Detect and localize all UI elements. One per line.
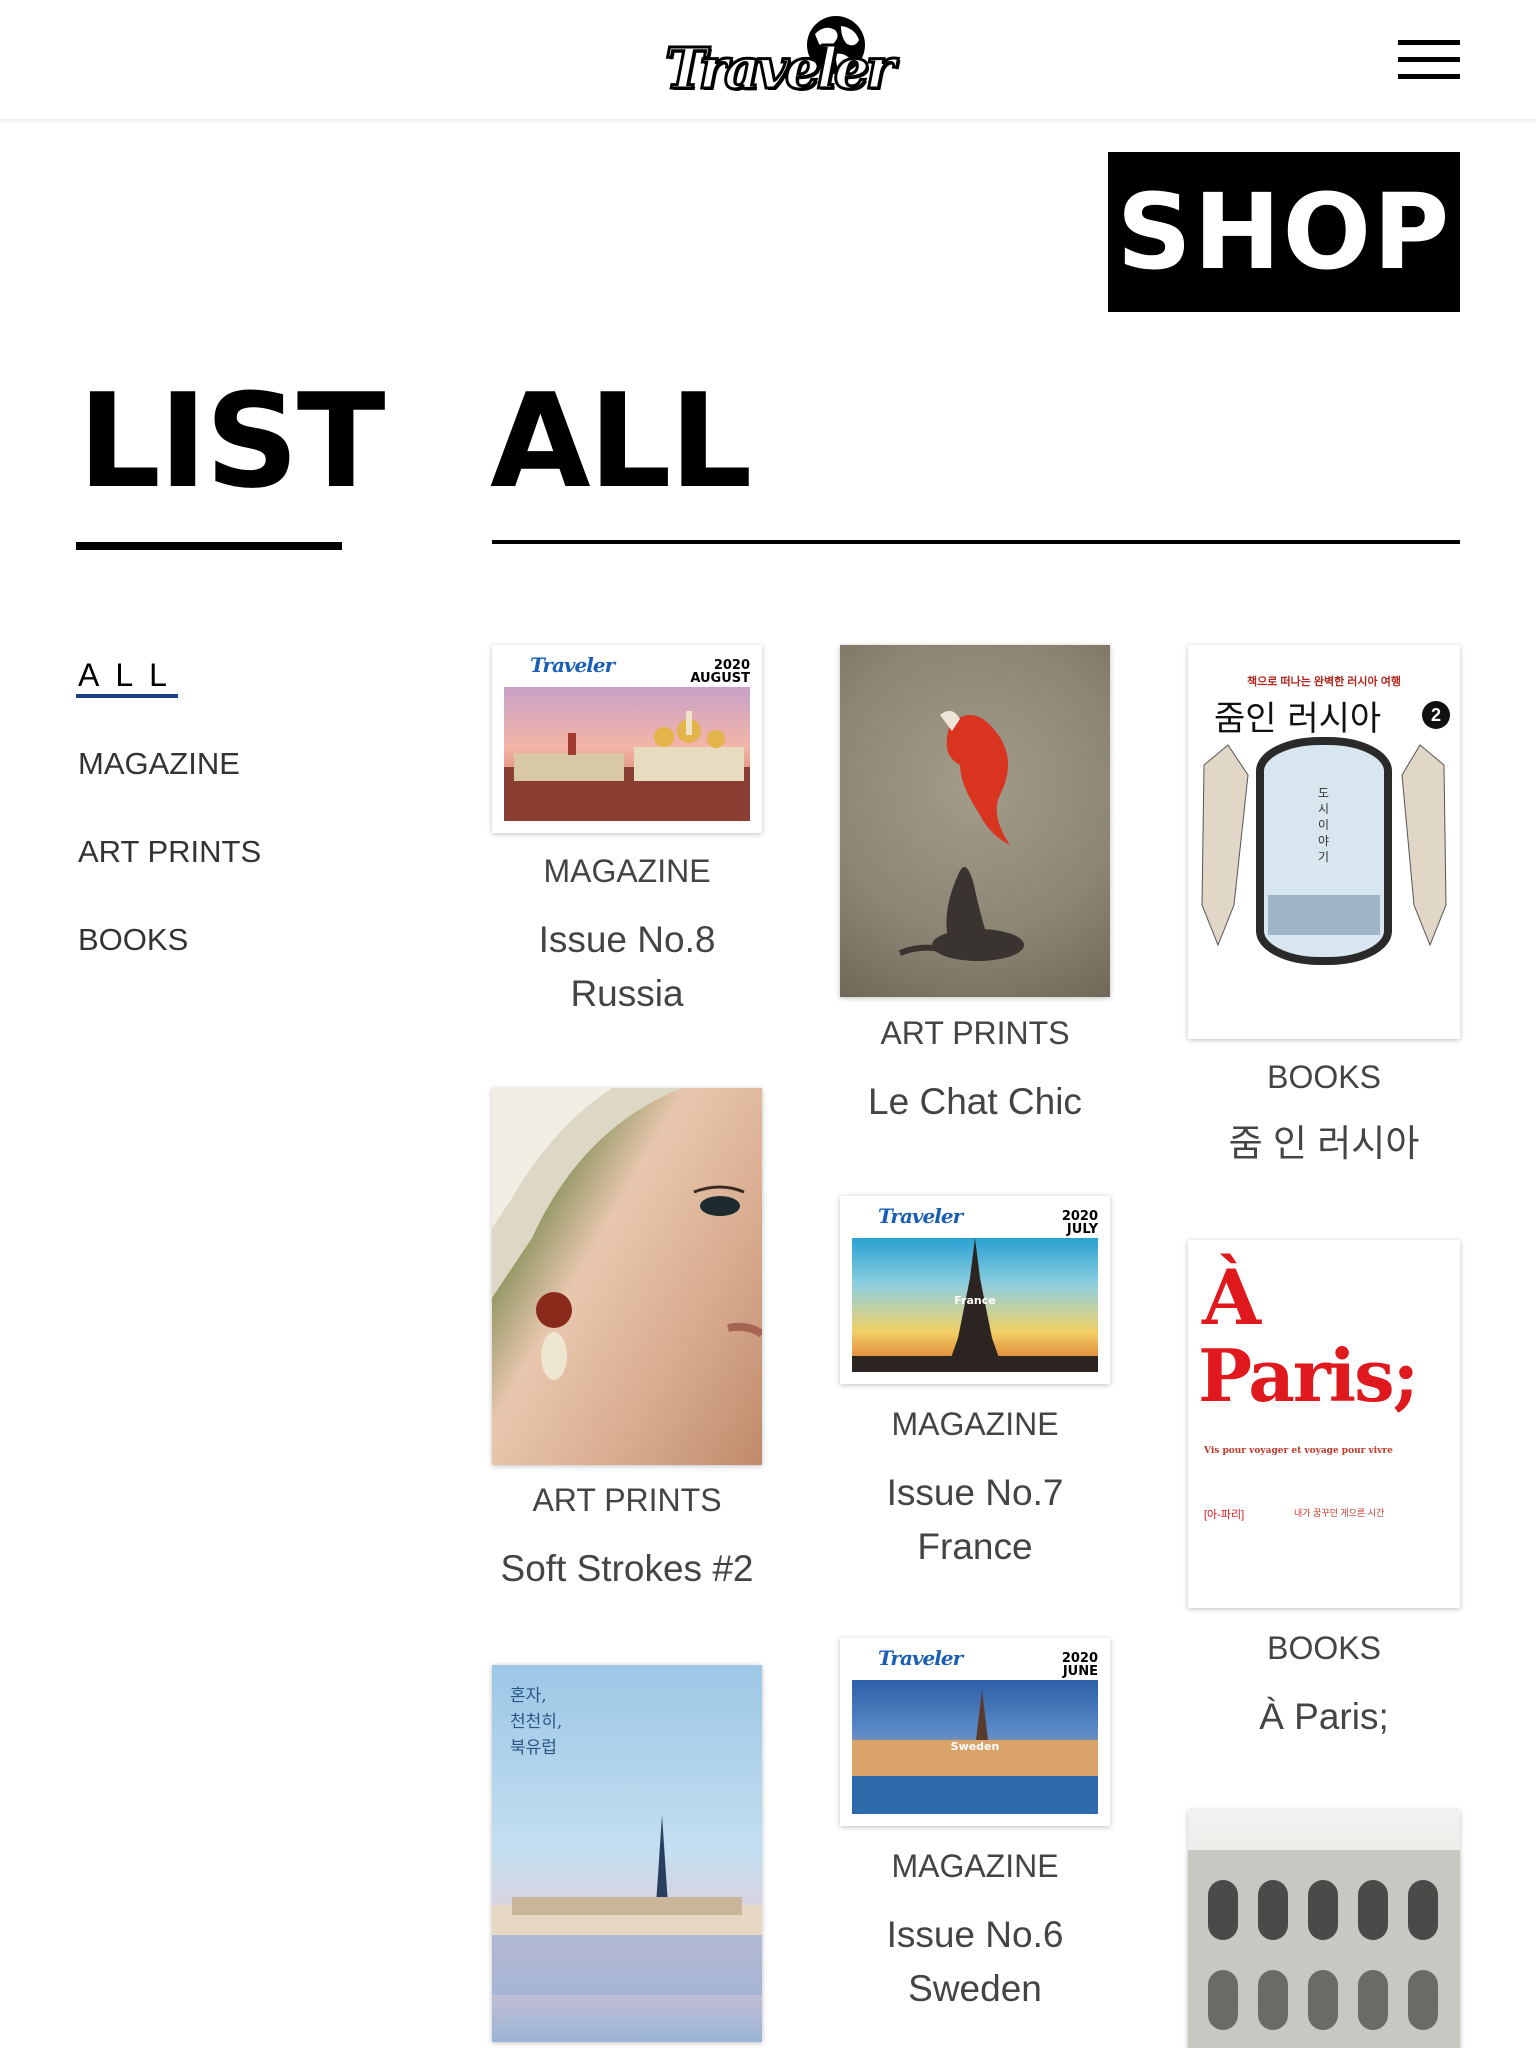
product-cover-nordic: 혼자, 천천히, 북유럽: [492, 1665, 762, 2042]
product-cover: Traveler 2020 AUGUST: [492, 645, 762, 833]
shop-badge: SHOP: [1108, 152, 1460, 312]
book-cover-subtitle: Vis pour voyager et voyage pour vivre: [1204, 1446, 1393, 1456]
product-title: 줌 인 러시아: [1228, 1123, 1420, 1164]
product-category: BOOKS: [1267, 1630, 1381, 1666]
book-cover-title-a: À: [1202, 1253, 1261, 1342]
site-header: Traveler: [0, 0, 1536, 120]
product-category: ART PRINTS: [880, 1015, 1070, 1051]
product-card-issue-6[interactable]: Traveler 2020 JUNE Sweden MAGAZINE Issue …: [840, 1638, 1110, 2018]
cover-photo-kremlin: [504, 687, 750, 821]
product-cover-a-paris: À Paris; Vis pour voyager et voyage pour…: [1188, 1240, 1460, 1608]
product-category: BOOKS: [1267, 1059, 1381, 1095]
product-cover: Traveler 2020 JUNE Sweden: [840, 1638, 1110, 1826]
product-card-soft-strokes[interactable]: ART PRINTS Soft Strokes #2: [492, 1088, 762, 1608]
product-category: MAGAZINE: [891, 1848, 1059, 1884]
category-heading-underline: [492, 540, 1460, 544]
book-cover-title-paris: Paris;: [1198, 1333, 1419, 1418]
logo-wordmark: Traveler: [664, 35, 897, 104]
product-cover-architecture: [1188, 1810, 1460, 2048]
product-card-a-paris[interactable]: À Paris; Vis pour voyager et voyage pour…: [1188, 1240, 1460, 1740]
product-cover-portrait: [492, 1088, 762, 1465]
product-card-issue-7[interactable]: Traveler 2020 JULY France MAGAZINE Issue …: [840, 1196, 1110, 1576]
product-title: Le Chat Chic: [868, 1081, 1082, 1122]
sidebar-item-books[interactable]: BOOKS: [78, 922, 188, 958]
product-title: Issue No.8 Russia: [538, 919, 716, 1014]
product-category: MAGAZINE: [891, 1406, 1059, 1442]
product-title: Issue No.7 France: [886, 1472, 1064, 1567]
product-card-nordic-book[interactable]: 혼자, 천천히, 북유럽: [492, 1665, 762, 2048]
cover-label: France: [954, 1294, 996, 1307]
product-title: Issue No.6 Sweden: [886, 1914, 1064, 2009]
cover-photo-stockholm: Sweden: [852, 1680, 1098, 1814]
product-card-zoom-in-russia[interactable]: 책으로 떠나는 완벽한 러시아 여행 줌인 러시아 2 도시이야기 BOOKS …: [1188, 645, 1460, 1165]
product-category: MAGAZINE: [543, 853, 711, 889]
list-heading-underline: [76, 542, 342, 550]
cover-photo-eiffel: France: [852, 1238, 1098, 1372]
product-card-le-chat-chic[interactable]: ART PRINTS Le Chat Chic: [840, 645, 1110, 1135]
cover-date: 2020 AUGUST: [690, 658, 750, 686]
sidebar-item-art-prints[interactable]: ART PRINTS: [78, 834, 261, 870]
sidebar-item-all[interactable]: ALL: [78, 657, 183, 694]
product-cover-zoom-in-russia: 책으로 떠나는 완벽한 러시아 여행 줌인 러시아 2 도시이야기: [1188, 645, 1460, 1039]
product-title: Soft Strokes #2: [500, 1548, 754, 1589]
product-cover-cat-print: [840, 645, 1110, 997]
sidebar-item-magazine[interactable]: MAGAZINE: [78, 746, 240, 782]
sidebar-active-indicator: [76, 694, 178, 698]
cover-logo: Traveler: [878, 1204, 963, 1228]
category-heading: ALL: [490, 365, 752, 517]
product-title: À Paris;: [1259, 1696, 1389, 1737]
book-cover-korean-subtitle: 내가 꿈꾸던 게으른 시간: [1294, 1508, 1385, 1518]
cover-date: 2020 JULY: [1061, 1209, 1098, 1237]
cover-date: 2020 JUNE: [1061, 1651, 1098, 1679]
traveler-logo[interactable]: Traveler: [664, 14, 896, 104]
cover-logo: Traveler: [530, 653, 615, 677]
book-cover-korean-title: [아-파리]: [1204, 1509, 1245, 1521]
product-category: ART PRINTS: [532, 1482, 722, 1518]
book-cover-side-title: 도시이야기: [1318, 786, 1330, 864]
cover-logo: Traveler: [878, 1646, 963, 1670]
cover-label: Sweden: [950, 1740, 1000, 1753]
list-heading: LIST: [78, 365, 386, 517]
product-cover: Traveler 2020 JULY France: [840, 1196, 1110, 1384]
product-card-issue-8[interactable]: Traveler 2020AUGUST MAGAZINE Issue No.8: [492, 645, 762, 1025]
hamburger-menu-icon[interactable]: [1398, 40, 1460, 82]
product-card-architecture-book[interactable]: [1188, 1810, 1460, 2048]
